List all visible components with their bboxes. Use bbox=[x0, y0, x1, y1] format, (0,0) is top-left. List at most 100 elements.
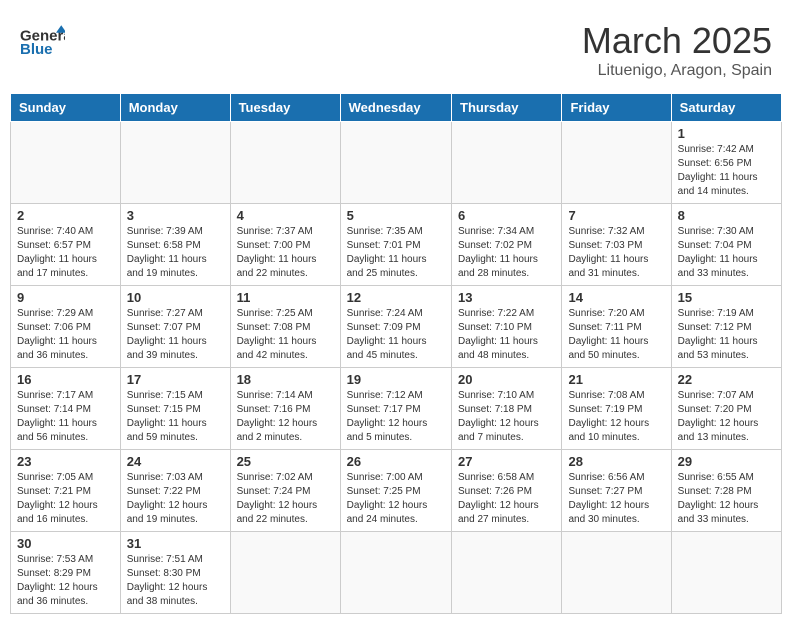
calendar-cell bbox=[340, 532, 451, 614]
day-info: Sunrise: 7:07 AM Sunset: 7:20 PM Dayligh… bbox=[678, 389, 775, 445]
calendar-cell bbox=[340, 122, 451, 204]
calendar-cell: 3 Sunrise: 7:39 AM Sunset: 6:58 PM Daylig… bbox=[120, 204, 230, 286]
weekday-header-thursday: Thursday bbox=[452, 94, 562, 122]
day-number: 13 bbox=[458, 290, 555, 305]
day-number: 7 bbox=[568, 208, 664, 223]
calendar-cell: 17 Sunrise: 7:15 AM Sunset: 7:15 PM Dayli… bbox=[120, 368, 230, 450]
calendar-cell: 12 Sunrise: 7:24 AM Sunset: 7:09 PM Dayli… bbox=[340, 286, 451, 368]
calendar-week-6: 30 Sunrise: 7:53 AM Sunset: 8:29 PM Dayli… bbox=[11, 532, 782, 614]
day-info: Sunrise: 7:03 AM Sunset: 7:22 PM Dayligh… bbox=[127, 471, 224, 527]
svg-text:Blue: Blue bbox=[20, 41, 53, 58]
day-info: Sunrise: 7:24 AM Sunset: 7:09 PM Dayligh… bbox=[347, 307, 445, 363]
calendar-cell: 31 Sunrise: 7:51 AM Sunset: 8:30 PM Dayli… bbox=[120, 532, 230, 614]
day-info: Sunrise: 6:56 AM Sunset: 7:27 PM Dayligh… bbox=[568, 471, 664, 527]
calendar-cell: 15Sunrise: 7:19 AM Sunset: 7:12 PM Dayli… bbox=[671, 286, 781, 368]
day-number: 16 bbox=[17, 372, 114, 387]
day-number: 4 bbox=[237, 208, 334, 223]
day-number: 29 bbox=[678, 454, 775, 469]
calendar-cell: 21Sunrise: 7:08 AM Sunset: 7:19 PM Dayli… bbox=[562, 368, 671, 450]
day-number: 5 bbox=[347, 208, 445, 223]
day-number: 27 bbox=[458, 454, 555, 469]
calendar-cell bbox=[120, 122, 230, 204]
day-info: Sunrise: 7:10 AM Sunset: 7:18 PM Dayligh… bbox=[458, 389, 555, 445]
month-title: March 2025 bbox=[582, 20, 772, 62]
location: Lituenigo, Aragon, Spain bbox=[582, 62, 772, 80]
weekday-header-friday: Friday bbox=[562, 94, 671, 122]
day-number: 14 bbox=[568, 290, 664, 305]
calendar-cell: 23Sunrise: 7:05 AM Sunset: 7:21 PM Dayli… bbox=[11, 450, 121, 532]
day-info: Sunrise: 6:55 AM Sunset: 7:28 PM Dayligh… bbox=[678, 471, 775, 527]
calendar-cell bbox=[671, 532, 781, 614]
day-number: 18 bbox=[237, 372, 334, 387]
day-info: Sunrise: 7:19 AM Sunset: 7:12 PM Dayligh… bbox=[678, 307, 775, 363]
calendar-table: SundayMondayTuesdayWednesdayThursdayFrid… bbox=[10, 93, 782, 614]
calendar-cell: 10Sunrise: 7:27 AM Sunset: 7:07 PM Dayli… bbox=[120, 286, 230, 368]
calendar-cell: 30 Sunrise: 7:53 AM Sunset: 8:29 PM Dayli… bbox=[11, 532, 121, 614]
calendar-cell bbox=[452, 532, 562, 614]
calendar-cell: 25 Sunrise: 7:02 AM Sunset: 7:24 PM Dayli… bbox=[230, 450, 340, 532]
day-number: 30 bbox=[17, 536, 114, 551]
calendar-cell: 18 Sunrise: 7:14 AM Sunset: 7:16 PM Dayli… bbox=[230, 368, 340, 450]
calendar-cell: 9Sunrise: 7:29 AM Sunset: 7:06 PM Daylig… bbox=[11, 286, 121, 368]
calendar-cell: 24Sunrise: 7:03 AM Sunset: 7:22 PM Dayli… bbox=[120, 450, 230, 532]
calendar-cell bbox=[562, 532, 671, 614]
calendar-cell: 1 Sunrise: 7:42 AM Sunset: 6:56 PM Daylig… bbox=[671, 122, 781, 204]
day-info: Sunrise: 7:30 AM Sunset: 7:04 PM Dayligh… bbox=[678, 225, 775, 281]
day-number: 2 bbox=[17, 208, 114, 223]
day-number: 3 bbox=[127, 208, 224, 223]
day-number: 9 bbox=[17, 290, 114, 305]
calendar-cell: 5Sunrise: 7:35 AM Sunset: 7:01 PM Daylig… bbox=[340, 204, 451, 286]
calendar-week-2: 2 Sunrise: 7:40 AM Sunset: 6:57 PM Daylig… bbox=[11, 204, 782, 286]
day-info: Sunrise: 7:37 AM Sunset: 7:00 PM Dayligh… bbox=[237, 225, 334, 281]
calendar-cell: 4 Sunrise: 7:37 AM Sunset: 7:00 PM Daylig… bbox=[230, 204, 340, 286]
day-info: Sunrise: 7:42 AM Sunset: 6:56 PM Dayligh… bbox=[678, 143, 775, 199]
day-info: Sunrise: 7:22 AM Sunset: 7:10 PM Dayligh… bbox=[458, 307, 555, 363]
calendar-cell bbox=[230, 122, 340, 204]
day-number: 20 bbox=[458, 372, 555, 387]
day-number: 6 bbox=[458, 208, 555, 223]
day-info: Sunrise: 7:40 AM Sunset: 6:57 PM Dayligh… bbox=[17, 225, 114, 281]
page-header: General Blue March 2025 Lituenigo, Arago… bbox=[10, 10, 782, 85]
calendar-cell: 16Sunrise: 7:17 AM Sunset: 7:14 PM Dayli… bbox=[11, 368, 121, 450]
calendar-cell: 26Sunrise: 7:00 AM Sunset: 7:25 PM Dayli… bbox=[340, 450, 451, 532]
calendar-cell: 28Sunrise: 6:56 AM Sunset: 7:27 PM Dayli… bbox=[562, 450, 671, 532]
day-number: 22 bbox=[678, 372, 775, 387]
day-number: 25 bbox=[237, 454, 334, 469]
weekday-header-saturday: Saturday bbox=[671, 94, 781, 122]
day-number: 8 bbox=[678, 208, 775, 223]
day-info: Sunrise: 7:51 AM Sunset: 8:30 PM Dayligh… bbox=[127, 553, 224, 609]
calendar-cell: 6 Sunrise: 7:34 AM Sunset: 7:02 PM Daylig… bbox=[452, 204, 562, 286]
day-info: Sunrise: 7:05 AM Sunset: 7:21 PM Dayligh… bbox=[17, 471, 114, 527]
weekday-header-tuesday: Tuesday bbox=[230, 94, 340, 122]
calendar-cell: 11 Sunrise: 7:25 AM Sunset: 7:08 PM Dayli… bbox=[230, 286, 340, 368]
weekday-header-monday: Monday bbox=[120, 94, 230, 122]
day-number: 31 bbox=[127, 536, 224, 551]
day-info: Sunrise: 7:53 AM Sunset: 8:29 PM Dayligh… bbox=[17, 553, 114, 609]
day-info: Sunrise: 7:02 AM Sunset: 7:24 PM Dayligh… bbox=[237, 471, 334, 527]
day-number: 10 bbox=[127, 290, 224, 305]
day-info: Sunrise: 7:15 AM Sunset: 7:15 PM Dayligh… bbox=[127, 389, 224, 445]
day-info: Sunrise: 7:00 AM Sunset: 7:25 PM Dayligh… bbox=[347, 471, 445, 527]
day-info: Sunrise: 7:12 AM Sunset: 7:17 PM Dayligh… bbox=[347, 389, 445, 445]
weekday-header-wednesday: Wednesday bbox=[340, 94, 451, 122]
title-section: March 2025 Lituenigo, Aragon, Spain bbox=[582, 20, 772, 80]
calendar-cell: 20 Sunrise: 7:10 AM Sunset: 7:18 PM Dayli… bbox=[452, 368, 562, 450]
calendar-week-1: 1 Sunrise: 7:42 AM Sunset: 6:56 PM Daylig… bbox=[11, 122, 782, 204]
weekday-header-sunday: Sunday bbox=[11, 94, 121, 122]
calendar-cell: 8 Sunrise: 7:30 AM Sunset: 7:04 PM Daylig… bbox=[671, 204, 781, 286]
day-info: Sunrise: 7:14 AM Sunset: 7:16 PM Dayligh… bbox=[237, 389, 334, 445]
day-number: 12 bbox=[347, 290, 445, 305]
day-number: 21 bbox=[568, 372, 664, 387]
day-number: 17 bbox=[127, 372, 224, 387]
calendar-cell: 19Sunrise: 7:12 AM Sunset: 7:17 PM Dayli… bbox=[340, 368, 451, 450]
day-number: 11 bbox=[237, 290, 334, 305]
day-number: 1 bbox=[678, 126, 775, 141]
day-info: Sunrise: 7:34 AM Sunset: 7:02 PM Dayligh… bbox=[458, 225, 555, 281]
calendar-cell: 22 Sunrise: 7:07 AM Sunset: 7:20 PM Dayli… bbox=[671, 368, 781, 450]
day-info: Sunrise: 7:39 AM Sunset: 6:58 PM Dayligh… bbox=[127, 225, 224, 281]
day-info: Sunrise: 7:25 AM Sunset: 7:08 PM Dayligh… bbox=[237, 307, 334, 363]
calendar-cell bbox=[562, 122, 671, 204]
calendar-cell: 29 Sunrise: 6:55 AM Sunset: 7:28 PM Dayli… bbox=[671, 450, 781, 532]
calendar-cell: 7 Sunrise: 7:32 AM Sunset: 7:03 PM Daylig… bbox=[562, 204, 671, 286]
day-info: Sunrise: 7:32 AM Sunset: 7:03 PM Dayligh… bbox=[568, 225, 664, 281]
